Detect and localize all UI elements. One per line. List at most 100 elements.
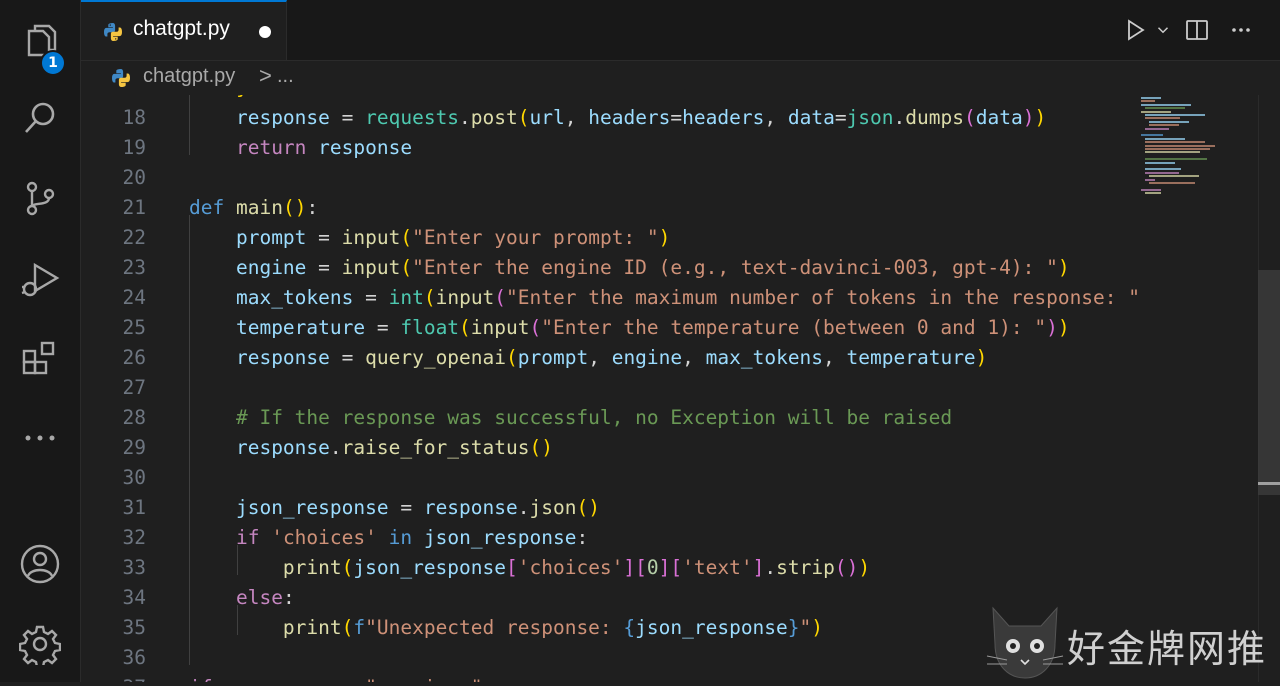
code-line: 22 prompt = input("Enter your prompt: ") bbox=[81, 223, 1280, 253]
line-number: 20 bbox=[122, 166, 146, 189]
code-line: 30 bbox=[81, 463, 1280, 493]
code-editor[interactable]: 17 } 18 response = requests.post(url, he… bbox=[81, 95, 1280, 682]
code-text: # If the response was successful, no Exc… bbox=[235, 406, 953, 429]
minimap-line bbox=[1145, 127, 1169, 130]
line-number: 17 bbox=[81, 95, 146, 103]
run-debug-button[interactable] bbox=[0, 248, 80, 308]
extensions-button[interactable] bbox=[0, 328, 80, 388]
split-editor-icon bbox=[1186, 20, 1208, 40]
tab-label: chatgpt.py bbox=[133, 17, 230, 40]
code-text: print(f"Unexpected response: {json_respo… bbox=[282, 616, 824, 639]
line-number: 32 bbox=[122, 526, 146, 549]
code-text: print(json_response['choices'][0]['text'… bbox=[282, 556, 871, 579]
line-number: 19 bbox=[122, 136, 146, 159]
minimap-line bbox=[1149, 182, 1195, 184]
line-number: 29 bbox=[122, 436, 146, 459]
activity-bar: 1 bbox=[0, 0, 81, 682]
code-text: engine = input("Enter the engine ID (e.g… bbox=[235, 256, 1070, 279]
line-number: 30 bbox=[122, 466, 146, 489]
chevron-down-icon bbox=[1157, 27, 1169, 34]
breadcrumb: chatgpt.py > ... bbox=[81, 61, 1280, 95]
line-number: 23 bbox=[122, 256, 146, 279]
code-line: 25 temperature = float(input("Enter the … bbox=[81, 313, 1280, 343]
tab-chatgpt-py[interactable]: chatgpt.py bbox=[81, 0, 287, 60]
cat-logo-icon bbox=[986, 606, 1064, 679]
code-line: 21 def main(): bbox=[81, 193, 1280, 223]
code-text: if 'choices' in json_response: bbox=[235, 526, 589, 549]
code-line: 29 response.raise_for_status() bbox=[81, 433, 1280, 463]
minimap-line bbox=[1149, 175, 1199, 178]
code-line: 32 if 'choices' in json_response: bbox=[81, 523, 1280, 553]
python-file-icon bbox=[112, 69, 130, 87]
line-number: 18 bbox=[122, 106, 146, 129]
line-number: 34 bbox=[122, 586, 146, 609]
scrollbar-cursor-marker bbox=[1258, 482, 1280, 485]
code-line: 33 print(json_response['choices'][0]['te… bbox=[81, 553, 1280, 583]
minimap-line bbox=[1145, 158, 1207, 161]
code-line-partial-top: 17 } bbox=[81, 95, 1280, 103]
code-text: return response bbox=[235, 136, 413, 159]
minimap-line bbox=[1141, 188, 1161, 191]
minimap-line bbox=[1145, 171, 1179, 174]
line-number: 33 bbox=[122, 556, 146, 579]
minimap-line bbox=[1145, 178, 1155, 181]
account-button[interactable] bbox=[0, 534, 80, 594]
code-line: 18 response = requests.post(url, headers… bbox=[81, 103, 1280, 133]
breadcrumb-separator: > bbox=[259, 63, 272, 88]
run-button[interactable] bbox=[1120, 16, 1150, 44]
line-number: 37 bbox=[81, 673, 146, 682]
minimap-line bbox=[1149, 124, 1179, 127]
code-line: 31 json_response = response.json() bbox=[81, 493, 1280, 523]
code-text: if __name__ == "__main__": bbox=[189, 673, 494, 682]
minimap-line bbox=[1145, 168, 1181, 171]
more-actions-button[interactable] bbox=[1226, 16, 1256, 44]
run-debug-icon bbox=[21, 262, 60, 297]
code-line: 27 bbox=[81, 373, 1280, 403]
line-number: 28 bbox=[122, 406, 146, 429]
more-button[interactable] bbox=[0, 408, 80, 468]
tab-bar: chatgpt.py bbox=[81, 0, 1280, 61]
line-number: 21 bbox=[122, 196, 146, 219]
explorer-button[interactable]: 1 bbox=[0, 10, 80, 76]
split-editor-button[interactable] bbox=[1182, 16, 1212, 44]
search-icon bbox=[25, 102, 55, 133]
minimap-line bbox=[1145, 161, 1175, 164]
breadcrumb-file[interactable]: chatgpt.py bbox=[143, 65, 235, 88]
extensions-icon bbox=[22, 341, 55, 375]
minimap-line bbox=[1145, 192, 1161, 195]
settings-button[interactable] bbox=[0, 614, 80, 674]
minimap-line bbox=[1145, 117, 1180, 120]
minimap-line bbox=[1145, 151, 1200, 154]
minimap-line bbox=[1145, 137, 1185, 140]
code-line: 26 response = query_openai(prompt, engin… bbox=[81, 343, 1280, 373]
code-text: response = requests.post(url, headers=he… bbox=[235, 106, 1047, 129]
code-text: else: bbox=[235, 586, 295, 609]
line-number: 26 bbox=[122, 346, 146, 369]
code-line: 20 bbox=[81, 163, 1280, 193]
search-button[interactable] bbox=[0, 88, 80, 148]
minimap-line bbox=[1141, 134, 1163, 137]
source-control-button[interactable] bbox=[0, 168, 80, 228]
minimap-line bbox=[1141, 110, 1171, 113]
code-text: max_tokens = int(input("Enter the maximu… bbox=[235, 286, 1164, 309]
scrollbar-thumb[interactable] bbox=[1258, 270, 1280, 495]
settings-gear-icon bbox=[19, 625, 61, 665]
code-text: def main(): bbox=[189, 196, 319, 219]
code-text: temperature = float(input("Enter the tem… bbox=[235, 316, 1070, 339]
unsaved-dot-icon[interactable] bbox=[259, 26, 271, 38]
line-number: 31 bbox=[122, 496, 146, 519]
breadcrumb-more[interactable]: ... bbox=[277, 65, 294, 88]
code-line: 19 return response bbox=[81, 133, 1280, 163]
minimap[interactable] bbox=[1137, 95, 1260, 682]
code-text: } bbox=[189, 95, 248, 103]
line-number: 35 bbox=[122, 616, 146, 639]
code-text: response.raise_for_status() bbox=[235, 436, 553, 459]
source-control-icon bbox=[26, 181, 55, 216]
explorer-badge: 1 bbox=[40, 50, 66, 76]
watermark: 好金牌网推 bbox=[985, 604, 1275, 682]
minimap-line bbox=[1145, 141, 1205, 144]
code-text: response = query_openai(prompt, engine, … bbox=[235, 346, 988, 369]
ellipsis-icon bbox=[1232, 28, 1250, 32]
run-dropdown-button[interactable] bbox=[1154, 16, 1172, 44]
minimap-line bbox=[1145, 114, 1205, 116]
